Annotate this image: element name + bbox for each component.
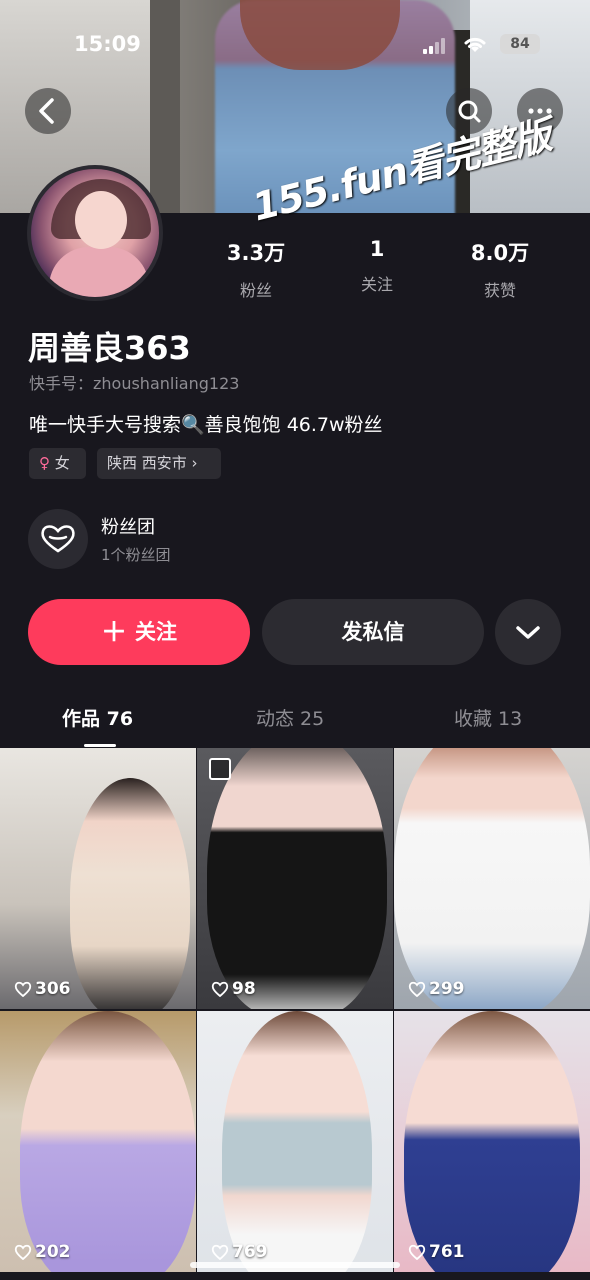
gender-tag-label: 女	[54, 454, 70, 472]
status-bar: 15:09 84	[0, 30, 590, 60]
stat-following-label: 关注	[360, 275, 393, 294]
video-likes: 202	[14, 1242, 71, 1262]
video-thumbnail[interactable]: 299	[394, 748, 590, 1009]
stat-likes[interactable]: 8.0万 获赞	[440, 237, 560, 301]
profile-name: 周善良363	[28, 329, 191, 367]
avatar[interactable]	[27, 165, 163, 301]
wifi-icon	[464, 37, 486, 52]
video-likes: 306	[14, 979, 71, 999]
status-time: 15:09	[74, 32, 141, 56]
more-options-button[interactable]	[495, 599, 561, 665]
heart-icon	[14, 981, 32, 998]
fan-group-title[interactable]: 粉丝团	[101, 513, 155, 539]
video-likes: 761	[408, 1242, 465, 1262]
stat-likes-label: 获赞	[483, 281, 516, 300]
video-likes: 98	[211, 979, 256, 999]
plus-icon: ＋	[100, 618, 127, 648]
heart-icon	[211, 981, 229, 998]
back-button[interactable]	[25, 88, 71, 134]
heart-badge-icon	[41, 525, 75, 553]
stat-followers-label: 粉丝	[239, 281, 272, 300]
image-post-icon	[209, 758, 231, 780]
video-likes: 769	[211, 1242, 268, 1262]
video-likes: 299	[408, 979, 465, 999]
heart-icon	[408, 981, 426, 998]
video-thumbnail[interactable]: 98	[197, 748, 393, 1009]
tab-moments[interactable]: 动态 25	[256, 704, 324, 731]
stat-followers-value: 3.3万	[226, 241, 286, 265]
signal-icon	[423, 38, 447, 54]
follow-button-label: 关注	[135, 620, 177, 644]
video-thumbnail[interactable]: 202	[0, 1011, 196, 1272]
heart-icon	[14, 1244, 32, 1261]
tab-favorites[interactable]: 收藏 13	[454, 704, 522, 731]
video-thumbnail[interactable]: 769	[197, 1011, 393, 1272]
stat-following[interactable]: 1 关注	[317, 237, 437, 295]
stat-followers[interactable]: 3.3万 粉丝	[196, 237, 316, 301]
follow-button[interactable]: ＋ 关注	[28, 599, 250, 665]
location-tag[interactable]: 陕西 西安市 ›	[97, 448, 221, 479]
home-indicator[interactable]	[190, 1262, 400, 1268]
profile-bio: 唯一快手大号搜索🔍善良饱饱 46.7w粉丝	[29, 414, 383, 436]
chevron-down-icon	[516, 626, 540, 639]
heart-icon	[408, 1244, 426, 1261]
gender-tag: ♀ 女	[29, 448, 86, 479]
battery-indicator: 84	[500, 34, 540, 54]
tab-active-indicator	[84, 744, 116, 747]
heart-icon	[211, 1244, 229, 1261]
video-thumbnail[interactable]: 306	[0, 748, 196, 1009]
female-icon: ♀	[39, 454, 50, 472]
message-button[interactable]: 发私信	[262, 599, 484, 665]
stat-likes-value: 8.0万	[470, 241, 530, 265]
fan-group-subtitle: 1个粉丝团	[101, 546, 171, 564]
stat-following-value: 1	[369, 237, 385, 261]
tab-works[interactable]: 作品 76	[62, 704, 133, 731]
kuaishou-id: 快手号：zhoushanliang123	[29, 374, 240, 393]
fan-group-icon[interactable]	[28, 509, 88, 569]
video-thumbnail[interactable]: 761	[394, 1011, 590, 1272]
video-grid: 306 98 299 202 769 761	[0, 748, 590, 1280]
chevron-left-icon	[39, 98, 54, 124]
